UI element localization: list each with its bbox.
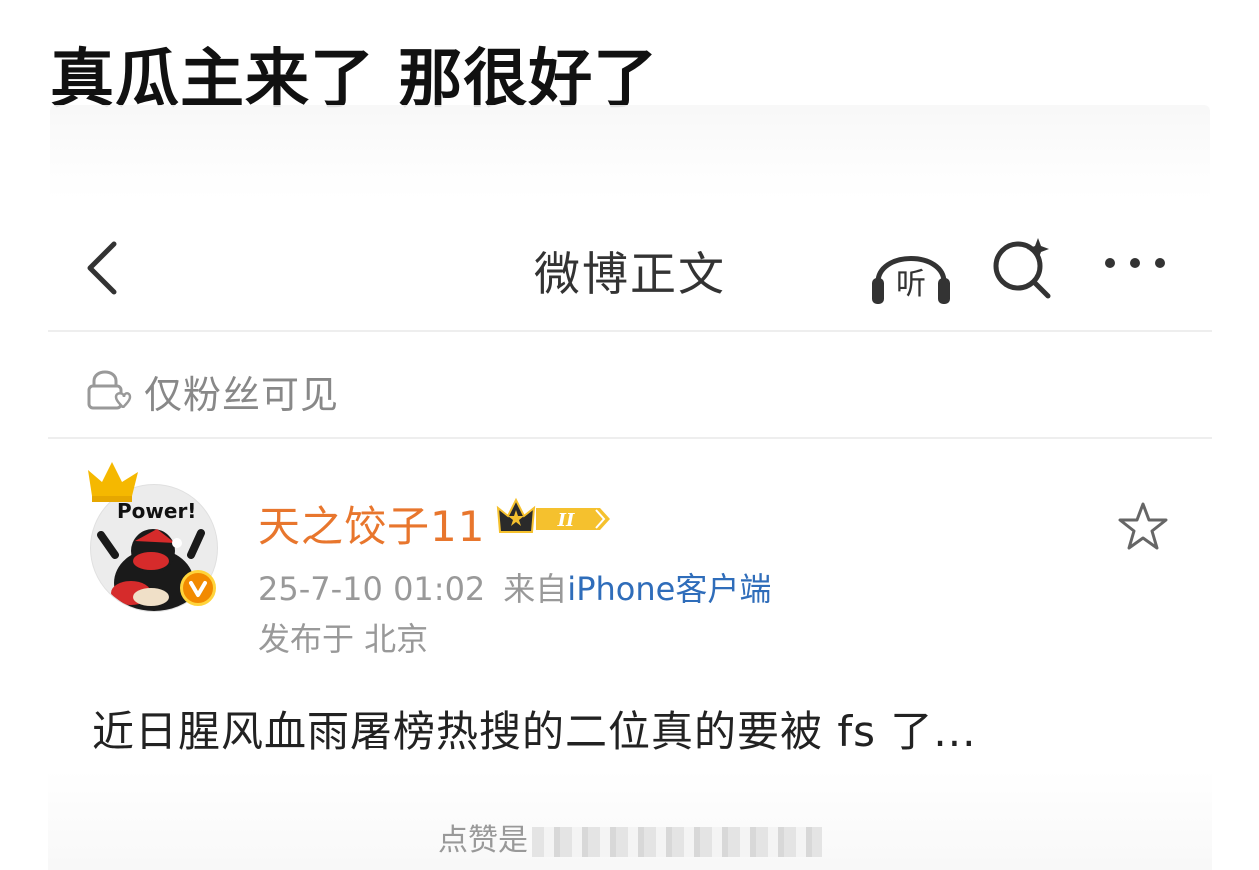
username[interactable]: 天之饺子11 bbox=[258, 493, 485, 554]
listen-headphones-icon[interactable]: 听 bbox=[868, 232, 954, 308]
like-hint-censor-bar bbox=[532, 826, 822, 857]
blurred-background-strip bbox=[50, 105, 1210, 200]
listen-label: 听 bbox=[896, 267, 926, 302]
post-source-client-link[interactable]: iPhone客户端 bbox=[567, 570, 771, 608]
post-source-prefix: 来自 bbox=[503, 570, 568, 608]
post-location: 发布于 北京 bbox=[258, 620, 429, 658]
crown-icon bbox=[88, 462, 138, 502]
member-level-badge-icon[interactable]: II bbox=[496, 496, 612, 542]
search-ai-icon[interactable] bbox=[990, 234, 1056, 300]
post-content: 近日腥风血雨屠榜热搜的二位真的要被 fs 了... bbox=[92, 707, 977, 756]
post-meta: 25-7-10 01:02 来自iPhone客户端 bbox=[258, 564, 771, 610]
fans-only-lock-icon bbox=[87, 370, 132, 410]
favorite-star-icon[interactable] bbox=[1116, 500, 1170, 554]
avatar[interactable]: Power! bbox=[86, 460, 226, 612]
more-options-icon[interactable] bbox=[1100, 248, 1170, 278]
visibility-row: 仅粉丝可见 bbox=[48, 332, 1212, 439]
level-badge-label: II bbox=[557, 510, 575, 531]
visibility-label: 仅粉丝可见 bbox=[144, 373, 340, 417]
verified-badge-icon bbox=[180, 570, 216, 606]
post-time: 25-7-10 01:02 bbox=[258, 570, 486, 608]
top-nav-bar: 微博正文 听 bbox=[48, 210, 1212, 332]
weibo-post-card: 微博正文 听 仅粉丝可见 Power! 天之饺子11 II 25-7-10 01… bbox=[48, 210, 1212, 870]
like-hint: 点赞是 bbox=[48, 815, 1212, 859]
like-hint-text: 点赞是 bbox=[438, 823, 528, 858]
